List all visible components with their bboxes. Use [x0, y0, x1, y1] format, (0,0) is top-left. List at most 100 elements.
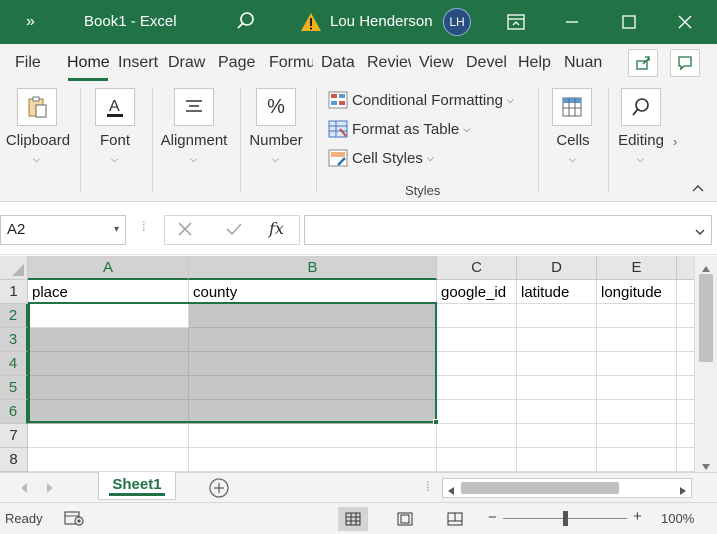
cell-b4[interactable] — [189, 352, 437, 376]
column-header-d[interactable]: D — [517, 256, 597, 280]
cell-f6[interactable] — [677, 400, 694, 424]
zoom-out-button[interactable]: − — [488, 509, 497, 526]
column-header-e[interactable]: E — [597, 256, 677, 280]
tab-review[interactable]: Review — [367, 44, 411, 82]
cell-d5[interactable] — [517, 376, 597, 400]
row-header-5[interactable]: 5 — [0, 376, 28, 400]
cell-f2[interactable] — [677, 304, 694, 328]
row-header-3[interactable]: 3 — [0, 328, 28, 352]
cell-e7[interactable] — [597, 424, 677, 448]
page-break-view-button[interactable] — [440, 507, 470, 531]
cell-c6[interactable] — [437, 400, 517, 424]
cell-d6[interactable] — [517, 400, 597, 424]
tab-view[interactable]: View — [419, 44, 457, 82]
scroll-sheets-left-icon[interactable] — [20, 481, 28, 499]
cell-b3[interactable] — [189, 328, 437, 352]
cell-d3[interactable] — [517, 328, 597, 352]
cell-f1[interactable] — [677, 280, 694, 304]
cell-a8[interactable] — [28, 448, 189, 472]
minimize-icon[interactable] — [549, 0, 595, 44]
zoom-slider-thumb[interactable] — [563, 511, 568, 526]
percent-icon[interactable]: % — [256, 88, 296, 126]
tab-file[interactable]: File — [15, 44, 45, 82]
page-layout-view-button[interactable] — [390, 507, 420, 531]
horizontal-scrollbar[interactable] — [442, 478, 692, 498]
cell-b1[interactable]: county — [189, 280, 437, 304]
cell-c5[interactable] — [437, 376, 517, 400]
cell-b7[interactable] — [189, 424, 437, 448]
cell-c4[interactable] — [437, 352, 517, 376]
zoom-level[interactable]: 100% — [661, 511, 694, 526]
cell-a4[interactable] — [28, 352, 189, 376]
align-icon[interactable] — [174, 88, 214, 126]
cells-group[interactable]: Cells ⌵ — [542, 82, 606, 202]
cell-a7[interactable] — [28, 424, 189, 448]
cell-d8[interactable] — [517, 448, 597, 472]
cell-f8[interactable] — [677, 448, 694, 472]
ribbon-display-options-icon[interactable] — [493, 0, 539, 44]
cell-a5[interactable] — [28, 376, 189, 400]
row-header-4[interactable]: 4 — [0, 352, 28, 376]
format-as-table-button[interactable]: Format as Table ⌵ — [328, 117, 470, 141]
cells-icon[interactable] — [552, 88, 592, 126]
row-header-1[interactable]: 1 — [0, 280, 28, 304]
scroll-right-icon[interactable] — [679, 483, 687, 501]
vertical-scroll-thumb[interactable] — [699, 274, 713, 362]
insert-function-icon[interactable]: fx — [269, 219, 284, 238]
cell-d2[interactable] — [517, 304, 597, 328]
font-group[interactable]: A Font ⌵ — [84, 82, 150, 202]
alignment-group[interactable]: Alignment ⌵ — [156, 82, 234, 202]
cell-a2-active[interactable] — [28, 304, 189, 328]
cell-b8[interactable] — [189, 448, 437, 472]
search-icon[interactable] — [236, 0, 256, 44]
cell-c7[interactable] — [437, 424, 517, 448]
row-header-7[interactable]: 7 — [0, 424, 28, 448]
horizontal-scroll-thumb[interactable] — [461, 482, 619, 494]
cell-a3[interactable] — [28, 328, 189, 352]
cell-c1[interactable]: google_id — [437, 280, 517, 304]
normal-view-button[interactable] — [338, 507, 368, 531]
cell-b6[interactable] — [189, 400, 437, 424]
tab-nuance[interactable]: Nuan — [564, 44, 608, 82]
cancel-icon[interactable] — [177, 221, 193, 242]
ribbon-scroll-right-icon[interactable]: › — [673, 134, 677, 149]
find-icon[interactable] — [621, 88, 661, 126]
worksheet-grid[interactable]: A B C D E 1 2 3 4 5 6 7 8 place county g… — [0, 256, 694, 472]
cell-b2[interactable] — [189, 304, 437, 328]
cell-f5[interactable] — [677, 376, 694, 400]
tab-formulas[interactable]: Formu — [269, 44, 313, 82]
cell-c8[interactable] — [437, 448, 517, 472]
sheet-tab-sheet1[interactable]: Sheet1 — [98, 472, 176, 500]
collapse-ribbon-icon[interactable] — [691, 180, 705, 196]
number-group[interactable]: % Number ⌵ — [244, 82, 310, 202]
avatar[interactable]: LH — [443, 8, 471, 36]
tab-help[interactable]: Help — [518, 44, 554, 82]
share-button[interactable] — [628, 49, 658, 77]
cell-e4[interactable] — [597, 352, 677, 376]
warning-icon[interactable] — [300, 0, 322, 44]
tab-page-layout[interactable]: Page — [218, 44, 260, 82]
tab-data[interactable]: Data — [321, 44, 359, 82]
cell-b5[interactable] — [189, 376, 437, 400]
cell-e2[interactable] — [597, 304, 677, 328]
comments-button[interactable] — [670, 49, 700, 77]
cell-e3[interactable] — [597, 328, 677, 352]
chevron-down-icon[interactable]: ▾ — [114, 216, 119, 244]
enter-check-icon[interactable] — [225, 221, 243, 242]
name-box[interactable]: A2 ▾ — [0, 215, 126, 245]
tab-split-handle[interactable]: ⁞ — [426, 479, 430, 494]
row-header-8[interactable]: 8 — [0, 448, 28, 472]
cell-f7[interactable] — [677, 424, 694, 448]
row-header-2[interactable]: 2 — [0, 304, 28, 328]
column-header-a[interactable]: A — [28, 256, 189, 280]
cell-styles-button[interactable]: Cell Styles ⌵ — [328, 146, 434, 170]
cell-c2[interactable] — [437, 304, 517, 328]
cell-c3[interactable] — [437, 328, 517, 352]
tab-draw[interactable]: Draw — [168, 44, 208, 82]
font-color-icon[interactable]: A — [95, 88, 135, 126]
scroll-sheets-right-icon[interactable] — [46, 481, 54, 499]
cell-e5[interactable] — [597, 376, 677, 400]
zoom-in-button[interactable]: + — [633, 508, 642, 525]
column-header-f[interactable] — [677, 256, 694, 280]
tab-home[interactable]: Home — [67, 44, 111, 82]
